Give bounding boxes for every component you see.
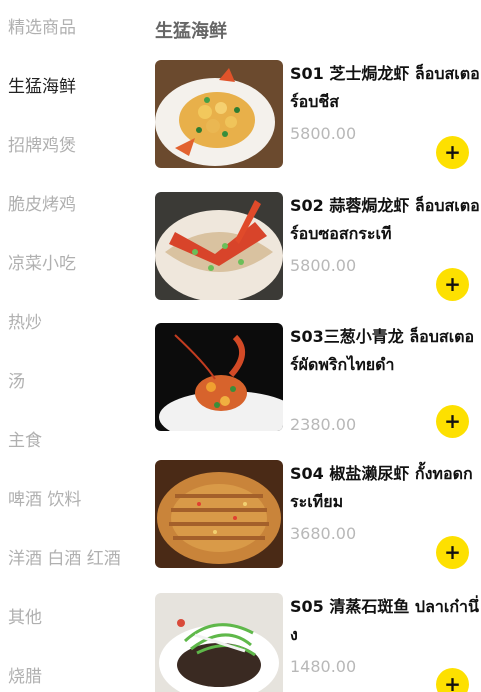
- product-name: S03三葱小青龙 ล็อบสเตอร์ผัดพริกไทยดำ: [290, 327, 475, 374]
- product-card[interactable]: S05 清蒸石斑鱼 ปลาเก๋านึ่ง 1480.00 +: [155, 593, 481, 692]
- product-name: S01 芝士焗龙虾 ล็อบสเตอร์อบชีส: [290, 64, 480, 111]
- add-to-cart-button[interactable]: +: [436, 405, 469, 438]
- product-card[interactable]: S04 椒盐濑尿虾 กั้งทอดกระเทียม 3680.00 +: [155, 460, 481, 580]
- product-image[interactable]: [155, 323, 283, 431]
- category-item-featured[interactable]: 精选商品: [8, 13, 140, 43]
- category-item-roast-chicken[interactable]: 脆皮烤鸡: [8, 190, 140, 220]
- category-item-beer-drinks[interactable]: 啤酒 饮料: [8, 485, 140, 515]
- product-price: 2380.00: [290, 415, 357, 434]
- product-card[interactable]: S03三葱小青龙 ล็อบสเตอร์ผัดพริกไทยดำ 2380.00 …: [155, 323, 481, 453]
- category-item-bbq[interactable]: 烧腊: [8, 662, 140, 692]
- product-price: 1480.00: [290, 657, 357, 676]
- menu-screen: 精选商品 生猛海鲜 招牌鸡煲 脆皮烤鸡 凉菜小吃 热炒 汤 主食 啤酒 饮料 洋…: [0, 0, 481, 692]
- product-image[interactable]: [155, 460, 283, 568]
- product-image[interactable]: [155, 593, 283, 692]
- category-item-soup[interactable]: 汤: [8, 367, 140, 397]
- product-price: 5800.00: [290, 256, 357, 275]
- category-item-stir-fry[interactable]: 热炒: [8, 308, 140, 338]
- product-name: S04 椒盐濑尿虾 กั้งทอดกระเทียม: [290, 464, 473, 511]
- product-list: 生猛海鲜 S01 芝士焗龙虾 ล็อบสเตอร์อบชีส 5800.00 +: [155, 0, 481, 692]
- category-item-cold-dishes[interactable]: 凉菜小吃: [8, 249, 140, 279]
- product-image[interactable]: [155, 60, 283, 168]
- section-title: 生猛海鲜: [155, 21, 227, 42]
- product-card[interactable]: S01 芝士焗龙虾 ล็อบสเตอร์อบชีส 5800.00 +: [155, 60, 481, 180]
- category-sidebar: 精选商品 生猛海鲜 招牌鸡煲 脆皮烤鸡 凉菜小吃 热炒 汤 主食 啤酒 饮料 洋…: [0, 0, 140, 692]
- product-name: S02 蒜蓉焗龙虾 ล็อบสเตอร์อบซอสกระเที: [290, 196, 480, 243]
- product-image[interactable]: [155, 192, 283, 300]
- category-item-liquor-wine[interactable]: 洋酒 白酒 红酒: [8, 544, 140, 574]
- category-item-staple[interactable]: 主食: [8, 426, 140, 456]
- product-name: S05 清蒸石斑鱼 ปลาเก๋านึ่ง: [290, 597, 479, 644]
- add-to-cart-button[interactable]: +: [436, 536, 469, 569]
- category-item-live-seafood[interactable]: 生猛海鲜: [8, 72, 140, 102]
- category-item-other[interactable]: 其他: [8, 603, 140, 633]
- product-card[interactable]: S02 蒜蓉焗龙虾 ล็อบสเตอร์อบซอสกระเที 5800.00 …: [155, 192, 481, 312]
- add-to-cart-button[interactable]: +: [436, 668, 469, 692]
- product-price: 5800.00: [290, 124, 357, 143]
- add-to-cart-button[interactable]: +: [436, 136, 469, 169]
- product-price: 3680.00: [290, 524, 357, 543]
- add-to-cart-button[interactable]: +: [436, 268, 469, 301]
- category-item-chicken-pot[interactable]: 招牌鸡煲: [8, 131, 140, 161]
